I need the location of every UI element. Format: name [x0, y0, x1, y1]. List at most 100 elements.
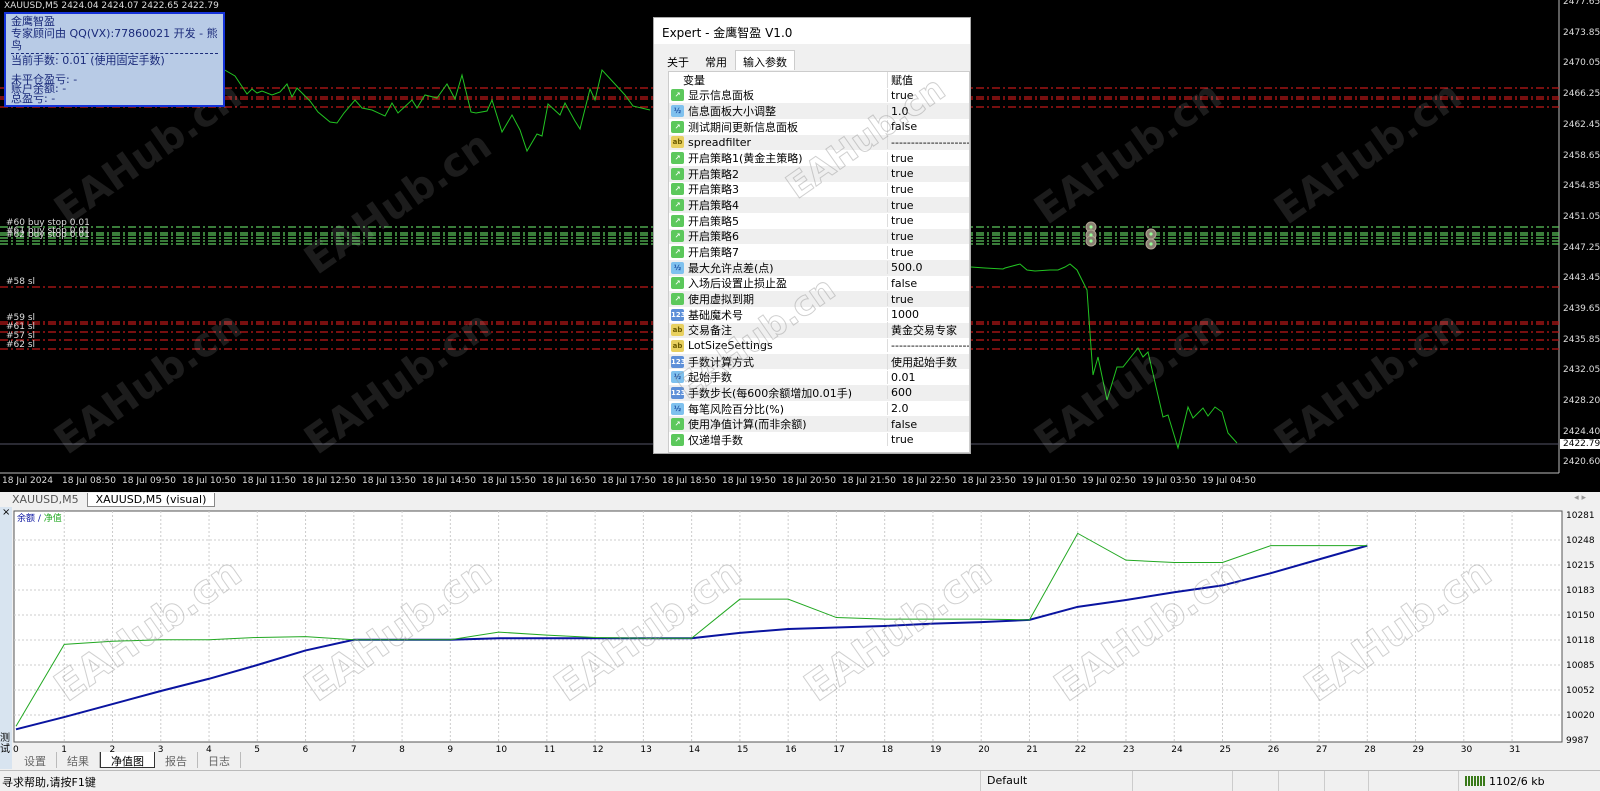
x-tick-label: 24 [1171, 745, 1183, 755]
param-row[interactable]: ↗ 使用净值计算(而非余额) false [669, 416, 969, 433]
param-name: 开启策略5 [688, 214, 739, 228]
param-row[interactable]: ↗ 开启策略6 true [669, 228, 969, 245]
param-value[interactable]: true [887, 229, 969, 243]
param-type-bool-icon: ↗ [671, 433, 684, 446]
param-row[interactable]: ↗ 使用虚拟到期 true [669, 291, 969, 307]
param-value[interactable]: 0.01 [887, 370, 969, 384]
param-name: 开启策略3 [688, 183, 739, 197]
x-tick-label: 31 [1509, 745, 1520, 755]
param-name: 最大允许点差(点) [688, 261, 774, 275]
param-row[interactable]: ↗ 仅递增手数 true [669, 432, 969, 448]
x-tick-label: 12 [592, 745, 603, 755]
column-header-value[interactable]: 赋值 [887, 72, 969, 88]
tab-settings[interactable]: 设置 [14, 752, 57, 768]
param-value[interactable]: 2.0 [887, 402, 969, 416]
tab-common[interactable]: 常用 [697, 50, 735, 70]
tab-scroll-arrows[interactable]: ◂ ▸ [1574, 493, 1586, 503]
param-value[interactable]: 1000 [887, 308, 969, 322]
param-row[interactable]: ½ 起始手数 0.01 [669, 369, 969, 385]
param-value[interactable]: true [887, 182, 969, 196]
tab-xauusd-m5-visual[interactable]: XAUUSD,M5 (visual) [86, 493, 216, 507]
param-type-int-icon: 123 [671, 308, 686, 321]
param-value[interactable]: false [887, 276, 969, 290]
param-value[interactable]: true [887, 433, 969, 447]
price-tick-label: 2470.05 [1563, 58, 1600, 69]
param-value[interactable]: false [887, 417, 969, 431]
time-tick-label: 18 Jul 14:50 [422, 476, 476, 486]
x-tick-label: 17 [833, 745, 844, 755]
param-row[interactable]: ab 交易备注 黄金交易专家 [669, 322, 969, 339]
param-type-bool-icon: ↗ [671, 183, 684, 196]
tab-equity-graph[interactable]: 净值图 [100, 752, 155, 768]
x-tick-label: 5 [254, 745, 260, 755]
param-row[interactable]: 123 手数步长(每600余额增加0.01手) 600 [669, 385, 969, 401]
param-row[interactable]: ↗ 开启策略1(黄金主策略) true [669, 150, 969, 166]
param-name: 测试期间更新信息面板 [688, 120, 798, 134]
param-value[interactable]: 使用起始手数 [887, 353, 969, 370]
x-tick-label: 8 [399, 745, 405, 755]
panel-total-pnl: 总盈亏: - [11, 92, 56, 105]
param-type-bool-icon: ↗ [671, 89, 684, 102]
param-value[interactable]: true [887, 245, 969, 259]
param-value[interactable]: 1.0 [887, 104, 969, 118]
param-name-cell: ↗ 测试期间更新信息面板 [669, 119, 887, 135]
legend-separator: / [35, 514, 44, 524]
status-connection[interactable]: 1102/6 kb [1458, 771, 1600, 791]
strategy-tester-panel: × 测试 10281 10248 10215 10183 10150 10118 10085… [0, 507, 1600, 769]
price-tick-label: 2473.85 [1563, 27, 1600, 38]
column-header-variable[interactable]: 变量 [669, 72, 887, 88]
param-row[interactable]: ↗ 开启策略2 true [669, 165, 969, 182]
tab-about[interactable]: 关于 [659, 50, 697, 70]
param-value[interactable]: 600 [887, 386, 969, 400]
param-row[interactable]: ↗ 开启策略7 true [669, 244, 969, 260]
time-tick-label: 18 Jul 09:50 [122, 476, 176, 486]
param-row[interactable]: 123 基础魔术号 1000 [669, 307, 969, 323]
tab-journal[interactable]: 日志 [198, 752, 241, 768]
x-tick-label: 14 [689, 745, 701, 755]
param-value[interactable]: ------------------------ [887, 339, 969, 353]
x-tick-label: 26 [1268, 745, 1280, 755]
param-value[interactable]: true [887, 292, 969, 306]
param-row[interactable]: 123 手数计算方式 使用起始手数 [669, 353, 969, 370]
time-tick-label: 18 Jul 19:50 [722, 476, 776, 486]
param-row[interactable]: ½ 最大允许点差(点) 500.0 [669, 259, 969, 276]
param-type-dbl-icon: ½ [671, 402, 684, 415]
param-value[interactable]: true [887, 88, 969, 102]
param-row[interactable]: ↗ 开启策略3 true [669, 182, 969, 198]
param-row[interactable]: ↗ 测试期间更新信息面板 false [669, 119, 969, 135]
param-row[interactable]: ↗ 显示信息面板 true [669, 88, 969, 104]
param-name: 每笔风险百分比(%) [688, 402, 785, 416]
y-tick-label: 10215 [1566, 561, 1595, 571]
table-header: 变量 赋值 [669, 72, 969, 88]
param-name: 信息面板大小调整 [688, 105, 776, 119]
x-tick-label: 10 [496, 745, 508, 755]
param-value[interactable]: 500.0 [887, 261, 969, 275]
param-row[interactable]: ab LotSizeSettings -----------------------… [669, 338, 969, 354]
tab-results[interactable]: 结果 [57, 752, 100, 768]
param-row[interactable]: ↗ 开启策略5 true [669, 213, 969, 229]
sl-label: #58 sl [6, 277, 36, 287]
param-value[interactable]: true [887, 167, 969, 181]
dialog-title[interactable]: Expert - 金鹰智盈 V1.0 [654, 18, 970, 44]
param-value[interactable]: true [887, 151, 969, 165]
param-value[interactable]: true [887, 214, 969, 228]
param-row[interactable]: ½ 每笔风险百分比(%) 2.0 [669, 401, 969, 417]
tab-inputs[interactable]: 输入参数 [735, 50, 795, 70]
param-value[interactable]: false [887, 120, 969, 134]
param-name-cell: ½ 起始手数 [669, 369, 887, 385]
connection-bars-icon [1465, 776, 1485, 786]
param-value[interactable]: ------------------------ [887, 135, 969, 149]
price-tick-label: 2428.20 [1563, 396, 1600, 407]
time-tick-label: 18 Jul 20:50 [782, 476, 836, 486]
y-tick-label: 10020 [1566, 711, 1595, 721]
param-type-int-icon: 123 [671, 386, 686, 399]
param-row[interactable]: ↗ 入场后设置止损止盈 false [669, 276, 969, 292]
param-value[interactable]: true [887, 198, 969, 212]
param-row[interactable]: ab spreadfilter ------------------------ [669, 134, 969, 151]
price-tick-label: 2462.45 [1563, 119, 1600, 130]
tab-report[interactable]: 报告 [155, 752, 198, 768]
param-value[interactable]: 黄金交易专家 [887, 322, 969, 339]
param-row[interactable]: ↗ 开启策略4 true [669, 197, 969, 213]
price-tick-label: 2435.85 [1563, 334, 1600, 345]
param-row[interactable]: ½ 信息面板大小调整 1.0 [669, 103, 969, 119]
